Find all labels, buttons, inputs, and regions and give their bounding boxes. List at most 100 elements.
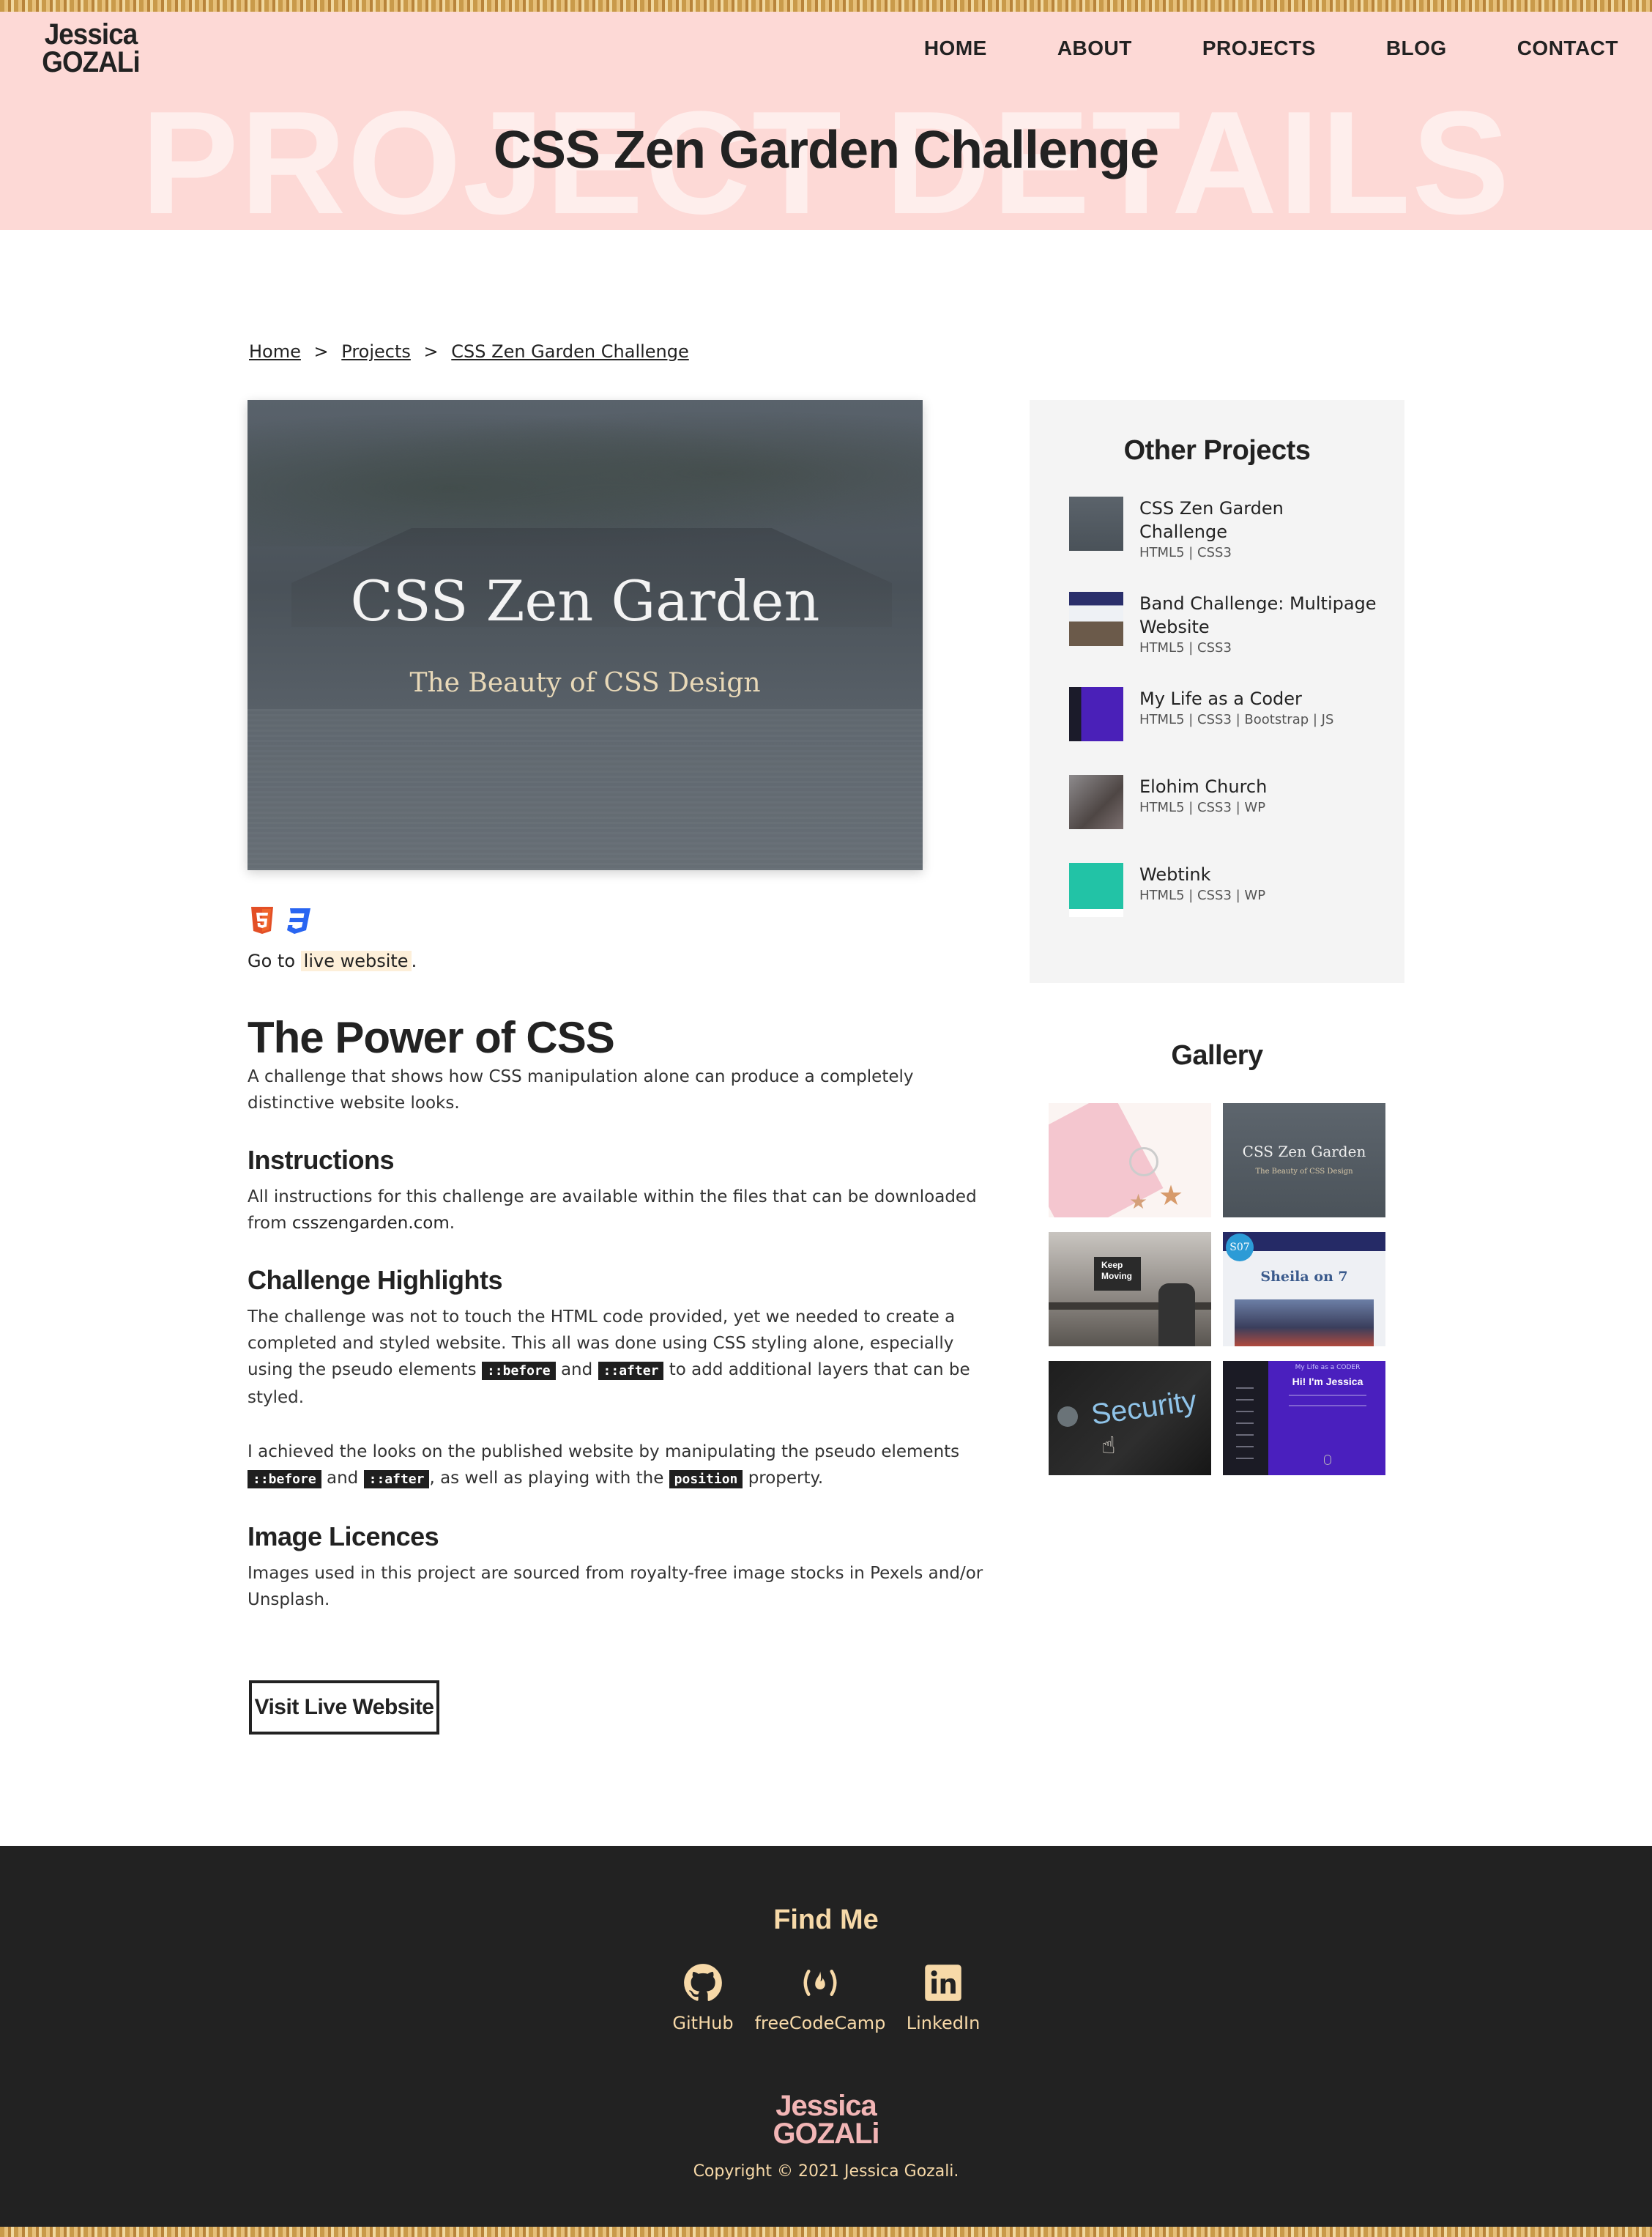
nav-home[interactable]: HOME [924,37,987,60]
nav-contact[interactable]: CONTACT [1517,37,1618,60]
security-text: Security [1089,1384,1199,1431]
and-text: and [560,1360,593,1379]
html5-icon [251,907,273,934]
starfish-shape-small: ★ [1129,1190,1148,1214]
visit-live-website-button[interactable]: Visit Live Website [249,1680,439,1735]
breadcrumb: Home > Projects > CSS Zen Garden Challen… [249,341,689,362]
instructions-heading: Instructions [248,1145,395,1175]
project-content: The Power of CSS A challenge that shows … [248,1014,994,1613]
gallery-image-band-website[interactable]: S07 Sheila on 7 [1223,1232,1385,1346]
go-to-live-text: Go to live website. [248,951,417,971]
project-tags: HTML5 | CSS3 | Bootstrap | JS [1139,712,1334,727]
code-before: ::before [481,1362,556,1380]
scroll-mouse-icon [1324,1455,1331,1465]
footer-logo-line-1: Jessica [775,2090,877,2122]
coder-side-menu [1236,1387,1254,1468]
main-nav: HOME ABOUT PROJECTS BLOG CONTACT [854,37,1618,60]
highlights-p2-text: I achieved the looks on the published we… [248,1442,960,1461]
logo-line-2: GOZALi [42,46,140,78]
project-title: Elohim Church HTML5 | CSS3 | WP [1139,775,1377,817]
nav-blog[interactable]: BLOG [1386,37,1447,60]
copyright-text: Copyright © 2021 Jessica Gozali. [693,2162,959,2181]
breadcrumb-home[interactable]: Home [249,341,301,362]
csszengarden-link[interactable]: csszengarden.com [292,1214,450,1233]
chair-shape [1158,1283,1195,1346]
licences-text: Images used in this project are sourced … [248,1564,983,1609]
breadcrumb-separator: > [313,341,329,362]
gallery-image-security[interactable]: Security ☝ [1049,1361,1211,1475]
code-after: ::after [598,1362,664,1380]
footer-logo[interactable]: Jessica GOZALi [0,2090,1652,2150]
code-after: ::after [363,1470,430,1488]
instructions-suffix: . [449,1214,455,1233]
highlights-p2-mid: , as well as playing with the [429,1469,664,1488]
moving-text: Moving [1101,1271,1132,1281]
project-name: Elohim Church [1139,776,1268,797]
nav-projects[interactable]: PROJECTS [1202,37,1316,60]
gallery-zen-subtitle: The Beauty of CSS Design [1255,1168,1353,1176]
gallery-image-workspace[interactable]: Keep Moving [1049,1232,1211,1346]
image-title: CSS Zen Garden [350,568,820,634]
project-hero-image: CSS Zen Garden The Beauty of CSS Design [248,400,923,870]
nav-about[interactable]: ABOUT [1057,37,1132,60]
logo-line-1: Jessica [44,18,138,51]
project-name: Webtink [1139,864,1211,885]
monitor-text: Keep Moving [1101,1260,1132,1282]
cursor-hand-icon: ☝ [1101,1431,1116,1459]
instructions-text: All instructions for this challenge are … [248,1184,994,1236]
freecodecamp-label: freeCodeCamp [754,2013,886,2033]
site-logo[interactable]: Jessica GOZALi [32,18,149,78]
site-footer: Find Me GitHub freeCodeCamp LinkedIn Jes… [0,1846,1652,2227]
project-title: Band Challenge: Multipage Website HTML5 … [1139,592,1377,658]
image-trees [248,400,923,546]
licences-heading: Image Licences [248,1521,439,1551]
linkedin-icon [925,1965,961,2001]
project-thumbnail [1069,497,1123,551]
github-icon [684,1964,722,2001]
band-stage-photo [1235,1299,1374,1346]
goto-prefix: Go to [248,951,296,971]
project-tags: HTML5 | CSS3 [1139,640,1232,656]
freecodecamp-icon [803,1970,837,1996]
gallery-image-coder-site[interactable]: My Life as a CODER Hi! I'm Jessica [1223,1361,1385,1475]
starfish-shape: ★ [1158,1179,1184,1212]
project-tags: HTML5 | CSS3 [1139,545,1232,560]
other-projects-title: Other Projects [1123,435,1311,466]
gallery-image-zen-garden[interactable]: CSS Zen Garden The Beauty of CSS Design [1223,1103,1385,1217]
coder-hero-lines [1289,1395,1366,1406]
coder-kicker: My Life as a CODER [1295,1364,1361,1371]
highlights-heading: Challenge Highlights [248,1265,503,1295]
linkedin-label: LinkedIn [906,2013,981,2033]
project-title: CSS Zen Garden Challenge HTML5 | CSS3 [1139,497,1377,563]
css3-icon [287,908,310,934]
project-name: Band Challenge: Multipage Website [1139,593,1377,637]
gallery-image-desk-flatlay[interactable]: ★ ★ [1049,1103,1211,1217]
gallery-zen-title: CSS Zen Garden [1242,1143,1366,1160]
project-tags: HTML5 | CSS3 | WP [1139,888,1266,903]
project-title: My Life as a Coder HTML5 | CSS3 | Bootst… [1139,687,1377,730]
live-website-link[interactable]: live website [300,951,412,971]
breadcrumb-current[interactable]: CSS Zen Garden Challenge [451,341,688,362]
project-thumbnail [1069,687,1123,741]
image-subtitle: The Beauty of CSS Design [409,668,761,698]
sheila-title: Sheila on 7 [1260,1269,1348,1285]
project-name: CSS Zen Garden Challenge [1139,498,1284,542]
content-heading: The Power of CSS [248,1013,615,1062]
glasses-shape [1129,1147,1158,1176]
security-lock-icon [1057,1406,1078,1427]
highlights-paragraph-2: I achieved the looks on the published we… [248,1439,994,1493]
highlights-p2-end: property. [748,1469,824,1488]
code-before: ::before [248,1470,321,1488]
page-title: CSS Zen Garden Challenge [493,121,1159,179]
intro-text: A challenge that shows how CSS manipulat… [248,1067,914,1113]
breadcrumb-projects[interactable]: Projects [341,341,411,362]
site-header: PROJECT DETAILS Jessica GOZALi HOME ABOU… [0,12,1652,230]
footer-logo-line-2: GOZALi [773,2118,879,2150]
tech-icons [249,905,312,935]
project-title: Webtink HTML5 | CSS3 | WP [1139,863,1377,905]
other-projects-panel: Other Projects CSS Zen Garden Challenge … [1030,400,1404,983]
gallery-title: Gallery [1171,1040,1263,1071]
coder-hero-title: Hi! I'm Jessica [1292,1376,1363,1387]
linkedin-link[interactable]: LinkedIn [870,1963,1016,2033]
keep-text: Keep [1101,1260,1123,1270]
